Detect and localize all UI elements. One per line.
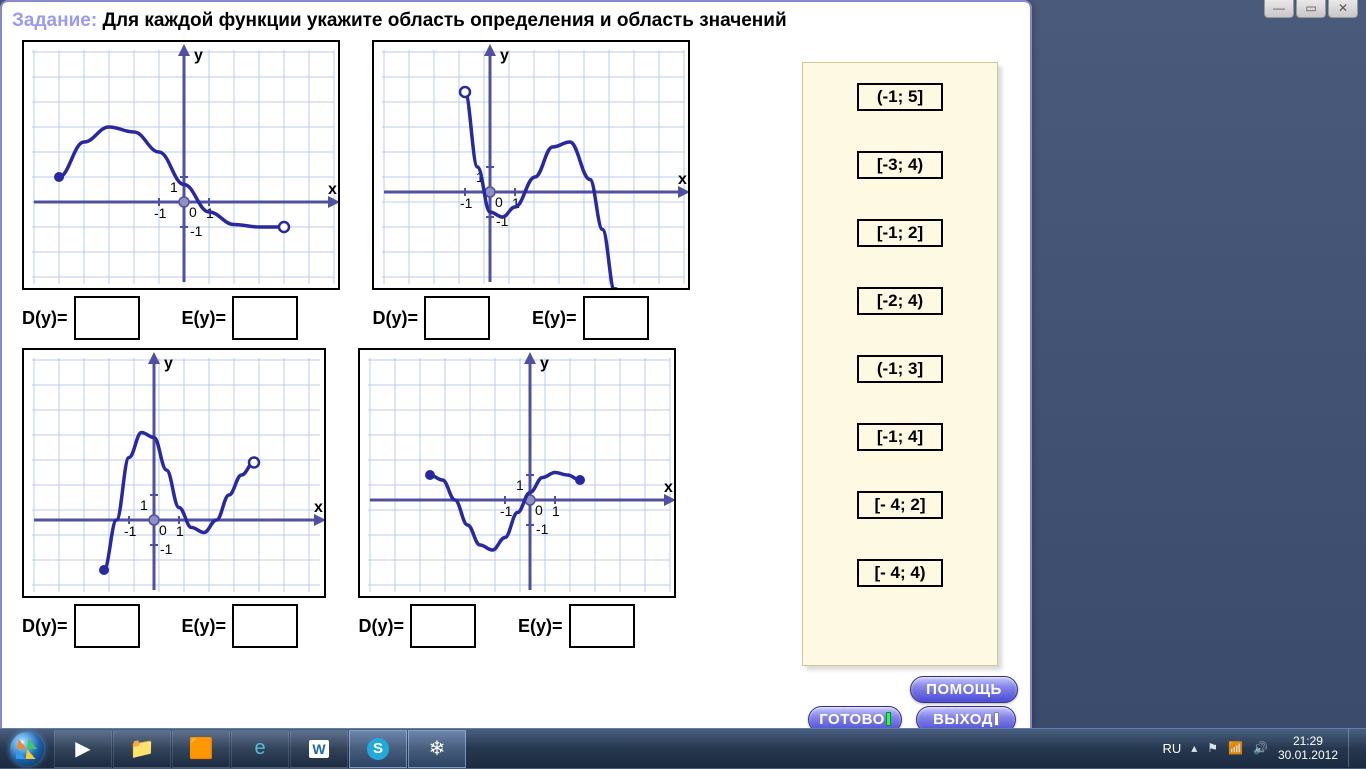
- d-dropzone-1[interactable]: [74, 296, 140, 340]
- maximize-button[interactable]: ▭: [1296, 0, 1326, 18]
- show-hidden-icon[interactable]: ▴: [1191, 741, 1197, 755]
- chip-7[interactable]: [- 4; 4): [857, 559, 943, 587]
- graph-3: x y 1 -1 1 -1 0: [22, 348, 326, 598]
- minimize-button[interactable]: —: [1264, 0, 1294, 18]
- d-label: D(y)=: [22, 308, 68, 329]
- svg-text:-1: -1: [536, 521, 549, 537]
- volume-icon[interactable]: 🔊: [1253, 741, 1268, 755]
- svg-text:x: x: [664, 479, 673, 496]
- flag-icon[interactable]: ⚑: [1207, 741, 1218, 755]
- clock-time: 21:29: [1278, 734, 1338, 748]
- lang-indicator[interactable]: RU: [1162, 741, 1181, 756]
- svg-text:x: x: [328, 181, 337, 198]
- start-button[interactable]: [0, 729, 54, 769]
- d-dropzone-4[interactable]: [410, 604, 476, 648]
- taskbar-explorer[interactable]: 📁: [113, 730, 171, 768]
- svg-text:-1: -1: [190, 223, 203, 239]
- clock[interactable]: 21:29 30.01.2012: [1278, 734, 1338, 762]
- svg-text:x: x: [314, 499, 323, 516]
- graph-1: x y 1 -1 1 -1 0: [22, 40, 340, 290]
- svg-text:1: 1: [516, 477, 524, 493]
- title-text: Для каждой функции укажите область опред…: [102, 10, 786, 31]
- e-dropzone-1[interactable]: [232, 296, 298, 340]
- show-desktop-button[interactable]: [1348, 729, 1356, 767]
- taskbar-current-app[interactable]: ❄: [408, 730, 466, 768]
- svg-text:-1: -1: [160, 541, 173, 557]
- svg-text:-1: -1: [154, 205, 167, 221]
- e-label: E(y)=: [182, 308, 227, 329]
- graph-block-2: x y 1 -1 1 -1 0 D(y)= E(y)=: [372, 40, 690, 340]
- e-dropzone-4[interactable]: [569, 604, 635, 648]
- chip-2[interactable]: [-1; 2]: [857, 219, 943, 247]
- svg-text:-1: -1: [460, 195, 473, 211]
- svg-text:1: 1: [140, 497, 148, 513]
- chip-1[interactable]: [-3; 4): [857, 151, 943, 179]
- help-button[interactable]: ПОМОЩЬ: [910, 676, 1018, 703]
- close-button[interactable]: ✕: [1328, 0, 1358, 18]
- svg-text:1: 1: [176, 523, 184, 539]
- app-window: Задание: Для каждой функции укажите обла…: [0, 0, 1032, 730]
- system-tray: RU ▴ ⚑ 📶 🔊 21:29 30.01.2012: [1152, 728, 1366, 768]
- windows-logo-icon: [10, 732, 44, 766]
- svg-text:y: y: [194, 47, 203, 64]
- window-controls: — ▭ ✕: [1264, 0, 1358, 18]
- graph-block-1: x y 1 -1 1 -1 0 D(y)= E(y)=: [22, 40, 340, 340]
- svg-text:1: 1: [552, 503, 560, 519]
- taskbar-ie[interactable]: e: [231, 730, 289, 768]
- svg-text:y: y: [164, 355, 173, 372]
- chip-4[interactable]: (-1; 3]: [857, 355, 943, 383]
- svg-text:0: 0: [495, 194, 503, 210]
- taskbar-word[interactable]: W: [290, 730, 348, 768]
- chip-5[interactable]: [-1; 4]: [857, 423, 943, 451]
- d-label: D(y)=: [22, 616, 68, 637]
- svg-text:0: 0: [159, 522, 167, 538]
- graph-2: x y 1 -1 1 -1 0: [372, 40, 690, 290]
- graph-block-3: x y 1 -1 1 -1 0 D(y)= E(y)=: [22, 348, 326, 648]
- svg-text:-1: -1: [500, 503, 513, 519]
- svg-text:0: 0: [189, 204, 197, 220]
- clock-date: 30.01.2012: [1278, 748, 1338, 762]
- d-dropzone-3[interactable]: [74, 604, 140, 648]
- svg-text:x: x: [678, 171, 687, 188]
- d-label: D(y)=: [372, 308, 418, 329]
- taskbar-wmplayer[interactable]: ▶: [54, 730, 112, 768]
- svg-text:y: y: [500, 47, 509, 64]
- e-label: E(y)=: [518, 616, 563, 637]
- d-label: D(y)=: [358, 616, 404, 637]
- answer-chips-panel: (-1; 5] [-3; 4) [-1; 2] [-2; 4) (-1; 3] …: [802, 62, 998, 666]
- graphs-area: x y 1 -1 1 -1 0 D(y)= E(y)=: [2, 36, 782, 652]
- graph-4: x y 1 -1 1 -1 0: [358, 348, 676, 598]
- svg-text:-1: -1: [124, 523, 137, 539]
- e-dropzone-2[interactable]: [583, 296, 649, 340]
- chip-3[interactable]: [-2; 4): [857, 287, 943, 315]
- svg-text:0: 0: [535, 502, 543, 518]
- taskbar-skype[interactable]: S: [349, 730, 407, 768]
- e-label: E(y)=: [182, 616, 227, 637]
- title-prefix: Задание:: [12, 10, 97, 31]
- network-icon[interactable]: 📶: [1228, 741, 1243, 755]
- taskbar-app-1[interactable]: 🟧: [172, 730, 230, 768]
- svg-text:y: y: [540, 355, 549, 372]
- d-dropzone-2[interactable]: [424, 296, 490, 340]
- task-title: Задание: Для каждой функции укажите обла…: [2, 2, 1030, 36]
- taskbar: ▶ 📁 🟧 e W S ❄ RU ▴ ⚑ 📶 🔊 21:29 30.01.201…: [0, 728, 1366, 768]
- graph-block-4: x y 1 -1 1 -1 0 D(y)= E(y)=: [358, 348, 676, 648]
- chip-0[interactable]: (-1; 5]: [857, 83, 943, 111]
- e-dropzone-3[interactable]: [232, 604, 298, 648]
- e-label: E(y)=: [532, 308, 577, 329]
- chip-6[interactable]: [- 4; 2]: [857, 491, 943, 519]
